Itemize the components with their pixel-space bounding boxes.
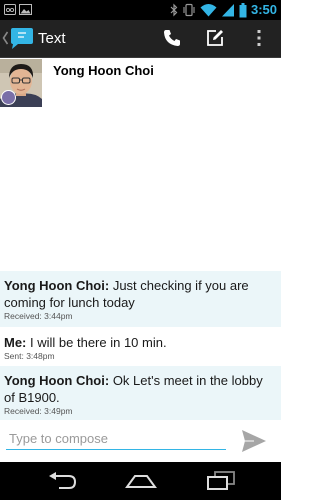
contact-header[interactable]: Yong Hoon Choi bbox=[0, 58, 281, 108]
call-button[interactable] bbox=[161, 27, 183, 49]
phone-icon bbox=[164, 30, 180, 46]
compose-bar bbox=[0, 420, 281, 462]
image-icon bbox=[19, 4, 32, 15]
message-timestamp: Received: 3:44pm bbox=[4, 311, 73, 321]
message-text: I will be there in 10 min. bbox=[30, 335, 167, 350]
wifi-icon bbox=[200, 4, 217, 17]
send-icon[interactable] bbox=[240, 428, 268, 454]
avatar[interactable] bbox=[0, 59, 42, 107]
status-bar: 3:50 bbox=[0, 0, 281, 20]
home-icon bbox=[125, 475, 157, 488]
compose-icon bbox=[207, 30, 223, 46]
presence-badge-icon bbox=[1, 90, 16, 105]
overflow-menu-button[interactable] bbox=[248, 27, 270, 49]
recent-apps-button[interactable] bbox=[204, 470, 238, 492]
back-icon bbox=[49, 472, 77, 489]
message-sender: Yong Hoon Choi: bbox=[4, 278, 110, 293]
contact-name: Yong Hoon Choi bbox=[53, 63, 154, 78]
system-icons: 3:50 bbox=[170, 2, 277, 18]
messaging-app-icon[interactable] bbox=[9, 25, 35, 51]
message-body: Yong Hoon Choi: Ok Let's meet in the lob… bbox=[4, 372, 276, 406]
action-bar: Text bbox=[0, 20, 281, 58]
message-timestamp: Sent: 3:48pm bbox=[4, 351, 55, 361]
app-title: Text bbox=[38, 30, 66, 47]
message-bubble[interactable]: Yong Hoon Choi: Ok Let's meet in the lob… bbox=[0, 366, 281, 420]
message-body: Yong Hoon Choi: Just checking if you are… bbox=[4, 277, 276, 311]
home-button[interactable] bbox=[124, 470, 158, 492]
message-bubble[interactable]: Me: I will be there in 10 min. Sent: 3:4… bbox=[0, 328, 281, 366]
clock: 3:50 bbox=[250, 2, 277, 17]
navigation-bar bbox=[0, 462, 281, 500]
overflow-menu-icon bbox=[257, 30, 261, 46]
message-sender: Yong Hoon Choi: bbox=[4, 373, 110, 388]
compose-new-button[interactable] bbox=[204, 27, 226, 49]
bluetooth-icon bbox=[170, 3, 178, 17]
signal-icon bbox=[221, 4, 234, 17]
message-bubble[interactable]: Yong Hoon Choi: Just checking if you are… bbox=[0, 271, 281, 327]
vibrate-icon bbox=[183, 3, 195, 17]
message-timestamp: Received: 3:49pm bbox=[4, 406, 73, 416]
recent-apps-icon bbox=[207, 471, 235, 490]
up-caret-icon[interactable] bbox=[2, 28, 9, 48]
back-button[interactable] bbox=[45, 470, 79, 492]
compose-input[interactable] bbox=[6, 428, 226, 450]
message-sender: Me: bbox=[4, 335, 27, 350]
battery-icon bbox=[239, 2, 247, 17]
voicemail-icon bbox=[4, 4, 16, 15]
message-body: Me: I will be there in 10 min. bbox=[4, 334, 276, 351]
